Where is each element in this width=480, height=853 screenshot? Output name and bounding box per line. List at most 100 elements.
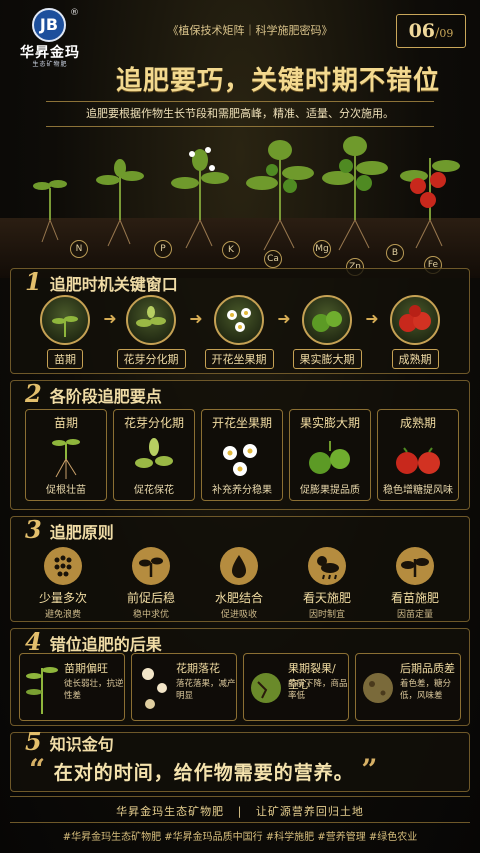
blossoms-icon bbox=[223, 444, 257, 476]
section-timing-windows: 1 追肥时机关键窗口 苗期 ➜ 花芽分化期 ➜ 开花坐果期 ➜ 果实膨大期 ➜ 成… bbox=[10, 267, 470, 374]
granules-icon bbox=[44, 547, 82, 585]
stage-card-title: 苗期 bbox=[53, 416, 78, 430]
buds-icon bbox=[135, 438, 173, 468]
weather-icon bbox=[308, 547, 346, 585]
stage-card-focus: 促根壮苗 bbox=[46, 485, 86, 496]
nutrient-badge: K bbox=[222, 241, 240, 259]
page-title: 追肥要巧，关键时期不错位 bbox=[115, 66, 440, 96]
stage-card: 果实膨大期 促膨果提品质 bbox=[289, 409, 371, 501]
nutrient-badge: B bbox=[386, 244, 404, 262]
stage-label: 果实膨大期 bbox=[292, 349, 362, 369]
poor-fruit-icon bbox=[363, 673, 393, 703]
section-heading: 4 错位追肥的后果 bbox=[25, 627, 162, 656]
principle-desc: 稳中求优 bbox=[132, 610, 169, 620]
principle-name: 水肥结合 bbox=[214, 591, 263, 605]
stage-fruit-expansion: 果实膨大期 bbox=[291, 295, 363, 369]
growth-stages-illustration: N P K Ca Mg Zn B Fe bbox=[0, 128, 480, 278]
nutrient-badge: Mg bbox=[313, 240, 331, 258]
section-golden-quote: 5 知识金句 “ 在对的时间，给作物需要的营养。 ” bbox=[10, 727, 470, 792]
stage-label: 成熟期 bbox=[391, 349, 439, 369]
nutrient-badge: Ca bbox=[264, 250, 282, 268]
section-heading: 2 各阶段追肥要点 bbox=[25, 379, 162, 408]
section-heading: 1 追肥时机关键窗口 bbox=[25, 267, 178, 296]
section-principles: 3 追肥原则 少量多次 避免浪费 前促后稳 稳中求优 水肥结合 促进吸收 看天施肥… bbox=[10, 515, 470, 622]
stage-card: 开花坐果期 补充养分稳果 bbox=[201, 409, 283, 501]
seedling-icon bbox=[40, 295, 90, 345]
ripe-tomatoes-icon bbox=[396, 447, 440, 474]
page-current: 06 bbox=[408, 20, 436, 42]
principle-name: 看苗施肥 bbox=[390, 591, 439, 605]
stage-flowering: 开花坐果期 bbox=[203, 295, 275, 369]
falling-flowers-icon bbox=[142, 668, 167, 709]
stage-seedling: 苗期 bbox=[29, 295, 101, 369]
water-drop-leaf-icon bbox=[220, 547, 258, 585]
section-consequences: 4 错位追肥的后果 苗期偏旺 徒长弱壮，抗逆性差 花期落花 落花落果，减产明显 果… bbox=[10, 627, 470, 726]
consequence-name: 苗期偏旺 bbox=[64, 662, 108, 675]
principle-item: 前促后稳 稳中求优 bbox=[111, 547, 191, 620]
plant-check-icon bbox=[396, 547, 434, 585]
nutrient-badge: P bbox=[154, 240, 172, 258]
seedling-roots-icon bbox=[52, 439, 80, 479]
open-quote-mark: “ bbox=[29, 753, 47, 786]
consequence-card: 后期品质差 着色差，糖分低，风味差 bbox=[355, 653, 461, 721]
principle-name: 看天施肥 bbox=[302, 591, 351, 605]
stage-label: 苗期 bbox=[47, 349, 83, 369]
consequence-desc: 落花落果，减产明显 bbox=[176, 679, 236, 701]
stage-label: 花芽分化期 bbox=[116, 349, 186, 369]
series-title: 《植保技术矩阵｜科学施肥密码》 bbox=[167, 24, 333, 37]
footer-hashtags: #华昇金玛生态矿物肥 #华昇金玛品质中国行 #科学施肥 #营养管理 #绿色农业 bbox=[62, 832, 418, 843]
principle-item: 看苗施肥 因苗定量 bbox=[375, 547, 455, 620]
golden-quote: “ 在对的时间，给作物需要的营养。 ” bbox=[29, 753, 459, 786]
brand-subtitle: 生态矿物肥 bbox=[32, 61, 68, 68]
footer-brand: 华昇金玛生态矿物肥 bbox=[116, 805, 225, 818]
consequence-card: 花期落花 落花落果，减产明显 bbox=[131, 653, 237, 721]
stage-bud-differentiation: 花芽分化期 bbox=[115, 295, 187, 369]
brand-logo-mark: JB bbox=[32, 8, 66, 42]
stage-maturity: 成熟期 bbox=[379, 295, 451, 369]
consequence-card: 苗期偏旺 徒长弱壮，抗逆性差 bbox=[19, 653, 125, 721]
section-fertilizing-points: 2 各阶段追肥要点 苗期 促根壮苗 花芽分化期 促花保花 开花坐果期 补充养分稳果… bbox=[10, 379, 470, 510]
stage-card-focus: 促花保花 bbox=[134, 485, 174, 496]
brand-logo: JB ® 华昇金玛 生态矿物肥 bbox=[10, 8, 100, 68]
principle-name: 少量多次 bbox=[38, 591, 87, 605]
registered-mark: ® bbox=[70, 8, 79, 18]
footer-separator: | bbox=[237, 805, 243, 818]
divider bbox=[10, 822, 470, 823]
flower-icon bbox=[214, 295, 264, 345]
bud-icon bbox=[126, 295, 176, 345]
stage-card-title: 果实膨大期 bbox=[299, 416, 360, 430]
stage-label: 开花坐果期 bbox=[204, 349, 274, 369]
principle-item: 看天施肥 因时制宜 bbox=[287, 547, 367, 620]
principle-desc: 因时制宜 bbox=[308, 610, 345, 620]
page-indicator: 06/09 bbox=[396, 14, 466, 48]
tomato-icon bbox=[390, 295, 440, 345]
close-quote-mark: ” bbox=[361, 753, 379, 786]
section-heading: 3 追肥原则 bbox=[25, 515, 114, 544]
principle-desc: 避免浪费 bbox=[44, 610, 81, 620]
consequence-desc: 着色差，糖分低，风味差 bbox=[400, 679, 452, 701]
stage-card-focus: 稳色增糖提风味 bbox=[383, 485, 453, 496]
nutrient-badge: N bbox=[70, 240, 88, 258]
consequence-name: 花期落花 bbox=[176, 662, 220, 675]
sprout-icon bbox=[132, 547, 170, 585]
leggy-seedling-icon bbox=[26, 667, 58, 714]
principle-item: 水肥结合 促进吸收 bbox=[199, 547, 279, 620]
stage-card: 苗期 促根壮苗 bbox=[25, 409, 107, 501]
principle-desc: 因苗定量 bbox=[396, 610, 433, 620]
page-subtitle: 追肥要根据作物生长节段和需肥高峰，精准、适量、分次施用。 bbox=[46, 101, 434, 127]
stage-card-title: 开花坐果期 bbox=[211, 416, 272, 430]
consequence-desc: 徒长弱壮，抗逆性差 bbox=[64, 679, 124, 701]
consequence-name: 后期品质差 bbox=[400, 662, 455, 675]
footer-slogan: 华昇金玛生态矿物肥 | 让矿源营养回归土地 bbox=[0, 803, 480, 819]
poster: JB ® 华昇金玛 生态矿物肥 《植保技术矩阵｜科学施肥密码》 06/09 追肥… bbox=[0, 0, 480, 853]
quote-text: 在对的时间，给作物需要的营养。 bbox=[53, 762, 354, 784]
green-fruits-icon bbox=[309, 441, 350, 474]
section-heading: 5 知识金句 bbox=[25, 727, 114, 756]
stage-card: 花芽分化期 促花保花 bbox=[113, 409, 195, 501]
stage-card-focus: 促膨果提品质 bbox=[300, 485, 360, 496]
stage-card-focus: 补充养分稳果 bbox=[212, 485, 272, 496]
green-fruit-icon bbox=[302, 295, 352, 345]
principle-desc: 促进吸收 bbox=[220, 610, 257, 620]
principle-item: 少量多次 避免浪费 bbox=[23, 547, 103, 620]
consequence-desc: 品质下降，商品率低 bbox=[288, 679, 348, 701]
